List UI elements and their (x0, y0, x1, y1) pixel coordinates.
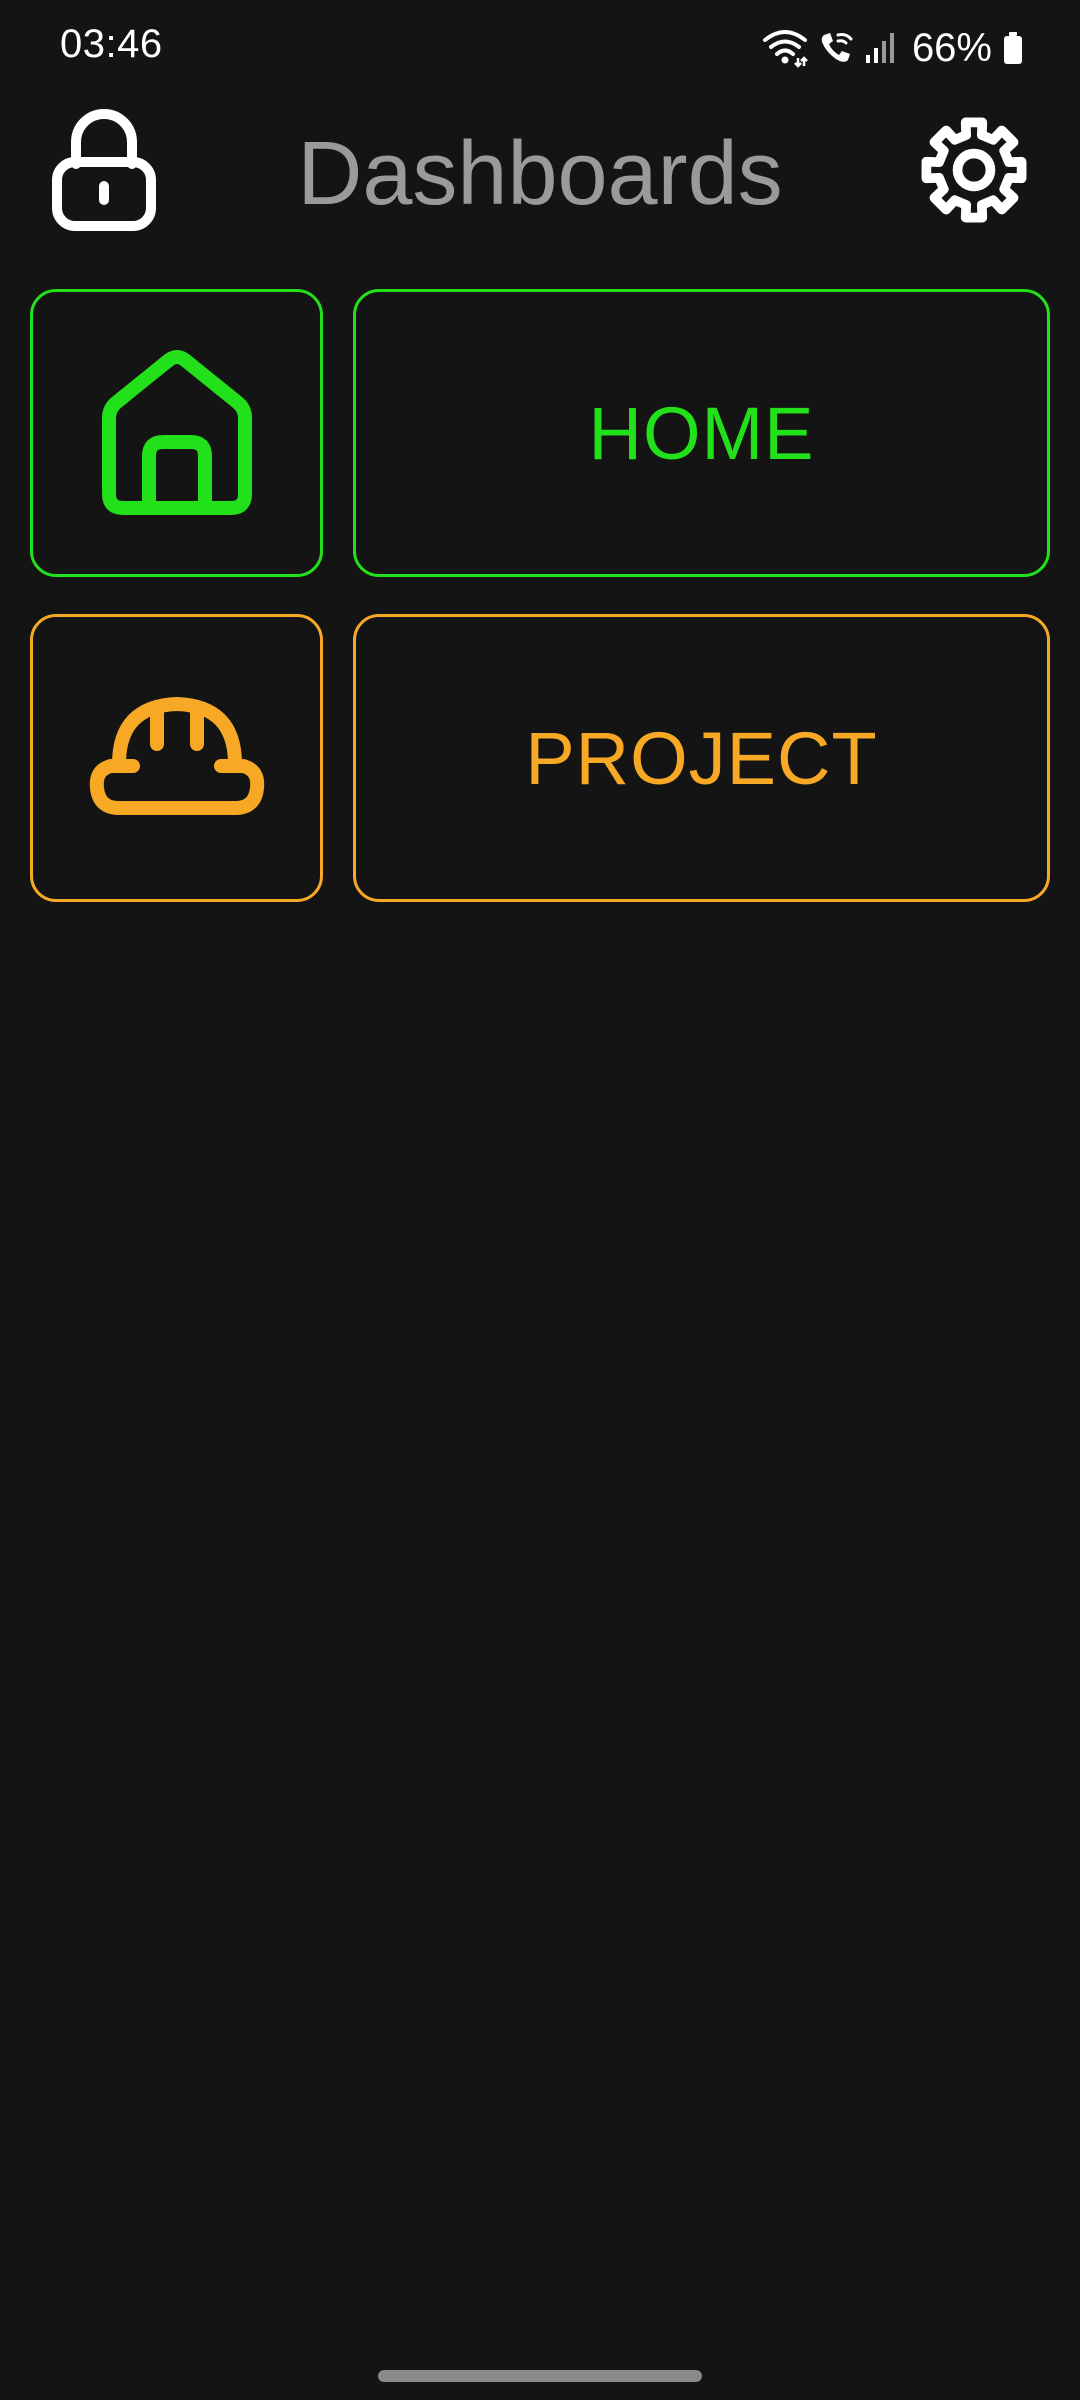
dashboard-home-icon-button[interactable] (30, 289, 323, 577)
gear-icon (916, 117, 1032, 236)
hard-hat-icon (89, 694, 265, 823)
battery-icon (1002, 31, 1024, 65)
settings-button[interactable] (916, 108, 1032, 232)
status-bar: 03:46 66% (0, 0, 1080, 96)
dashboard-home-button[interactable]: HOME (353, 289, 1050, 577)
dashboard-project-label: PROJECT (525, 716, 878, 800)
status-icons: 66% (762, 22, 1024, 74)
dashboard-row-project: PROJECT (30, 614, 1050, 906)
house-icon (97, 346, 257, 521)
home-gesture-bar[interactable] (378, 2370, 702, 2382)
dashboard-project-button[interactable]: PROJECT (353, 614, 1050, 902)
app-header: Dashboards (0, 100, 1080, 240)
status-time: 03:46 (60, 22, 163, 66)
dashboard-project-icon-button[interactable] (30, 614, 323, 902)
signal-icon (864, 31, 898, 65)
dashboard-home-label: HOME (588, 391, 815, 475)
wifi-icon (762, 28, 808, 68)
dashboard-row-home: HOME (30, 289, 1050, 581)
wifi-calling-icon (818, 29, 854, 67)
battery-percent: 66% (911, 25, 992, 70)
